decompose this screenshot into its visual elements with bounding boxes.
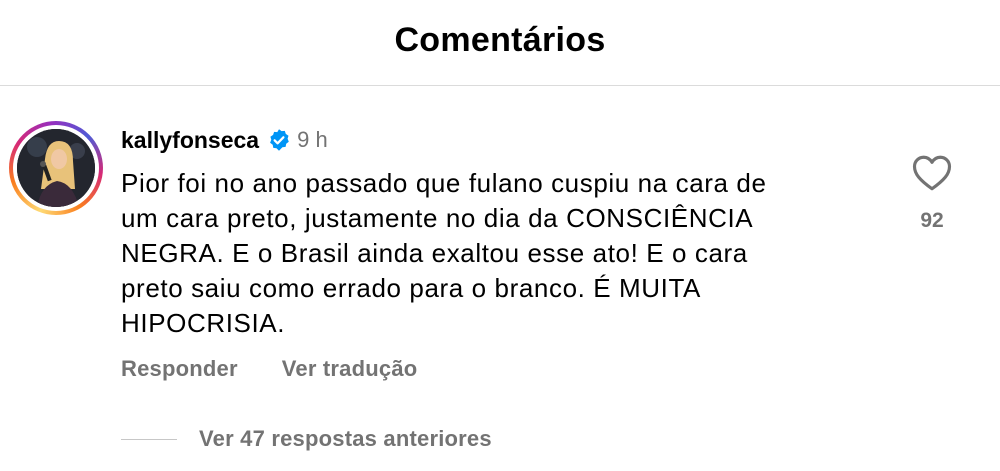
avatar-image: [17, 129, 95, 207]
comments-header: Comentários: [0, 0, 1000, 86]
comment-text: Pior foi no ano passado que fulano cuspi…: [121, 168, 767, 338]
like-column: 92: [906, 153, 958, 233]
comment-actions: Responder Ver tradução: [121, 354, 417, 384]
reply-button[interactable]: Responder: [121, 356, 238, 382]
translate-button[interactable]: Ver tradução: [282, 356, 418, 382]
like-count: 92: [920, 209, 944, 232]
comment-time: 9 h: [297, 127, 328, 152]
avatar-story-ring[interactable]: [9, 121, 103, 215]
page-title: Comentários: [394, 21, 606, 59]
comment-header-row: kallyfonseca 9 h: [121, 124, 328, 156]
avatar[interactable]: [17, 129, 95, 207]
username[interactable]: kallyfonseca: [121, 127, 259, 154]
view-replies-label: Ver 47 respostas anteriores: [199, 426, 492, 451]
replies-divider: [121, 438, 177, 440]
view-replies-button[interactable]: Ver 47 respostas anteriores: [121, 424, 492, 454]
verified-badge-icon: [267, 128, 291, 152]
heart-outline-icon[interactable]: [911, 153, 953, 193]
